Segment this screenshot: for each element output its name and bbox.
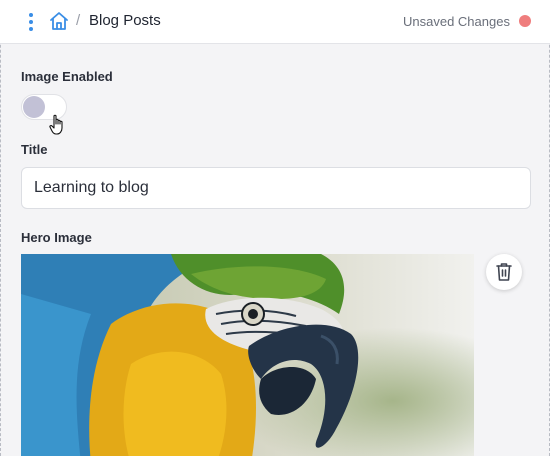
top-bar: / Blog Posts Unsaved Changes [0, 0, 550, 44]
toggle-knob [23, 96, 45, 118]
unsaved-changes-text: Unsaved Changes [403, 14, 510, 29]
home-icon[interactable] [48, 10, 70, 32]
title-input[interactable] [21, 167, 531, 209]
kebab-menu-icon[interactable] [26, 12, 36, 32]
trash-icon [496, 263, 512, 281]
breadcrumb-separator: / [76, 12, 81, 29]
hero-image-preview [21, 254, 474, 456]
title-label: Title [21, 142, 48, 157]
delete-image-button[interactable] [486, 254, 522, 290]
page-title: Blog Posts [89, 12, 161, 29]
image-enabled-label: Image Enabled [21, 69, 113, 84]
hand-cursor-icon [49, 114, 67, 136]
hero-image-label: Hero Image [21, 230, 92, 245]
status-dot [519, 15, 531, 27]
